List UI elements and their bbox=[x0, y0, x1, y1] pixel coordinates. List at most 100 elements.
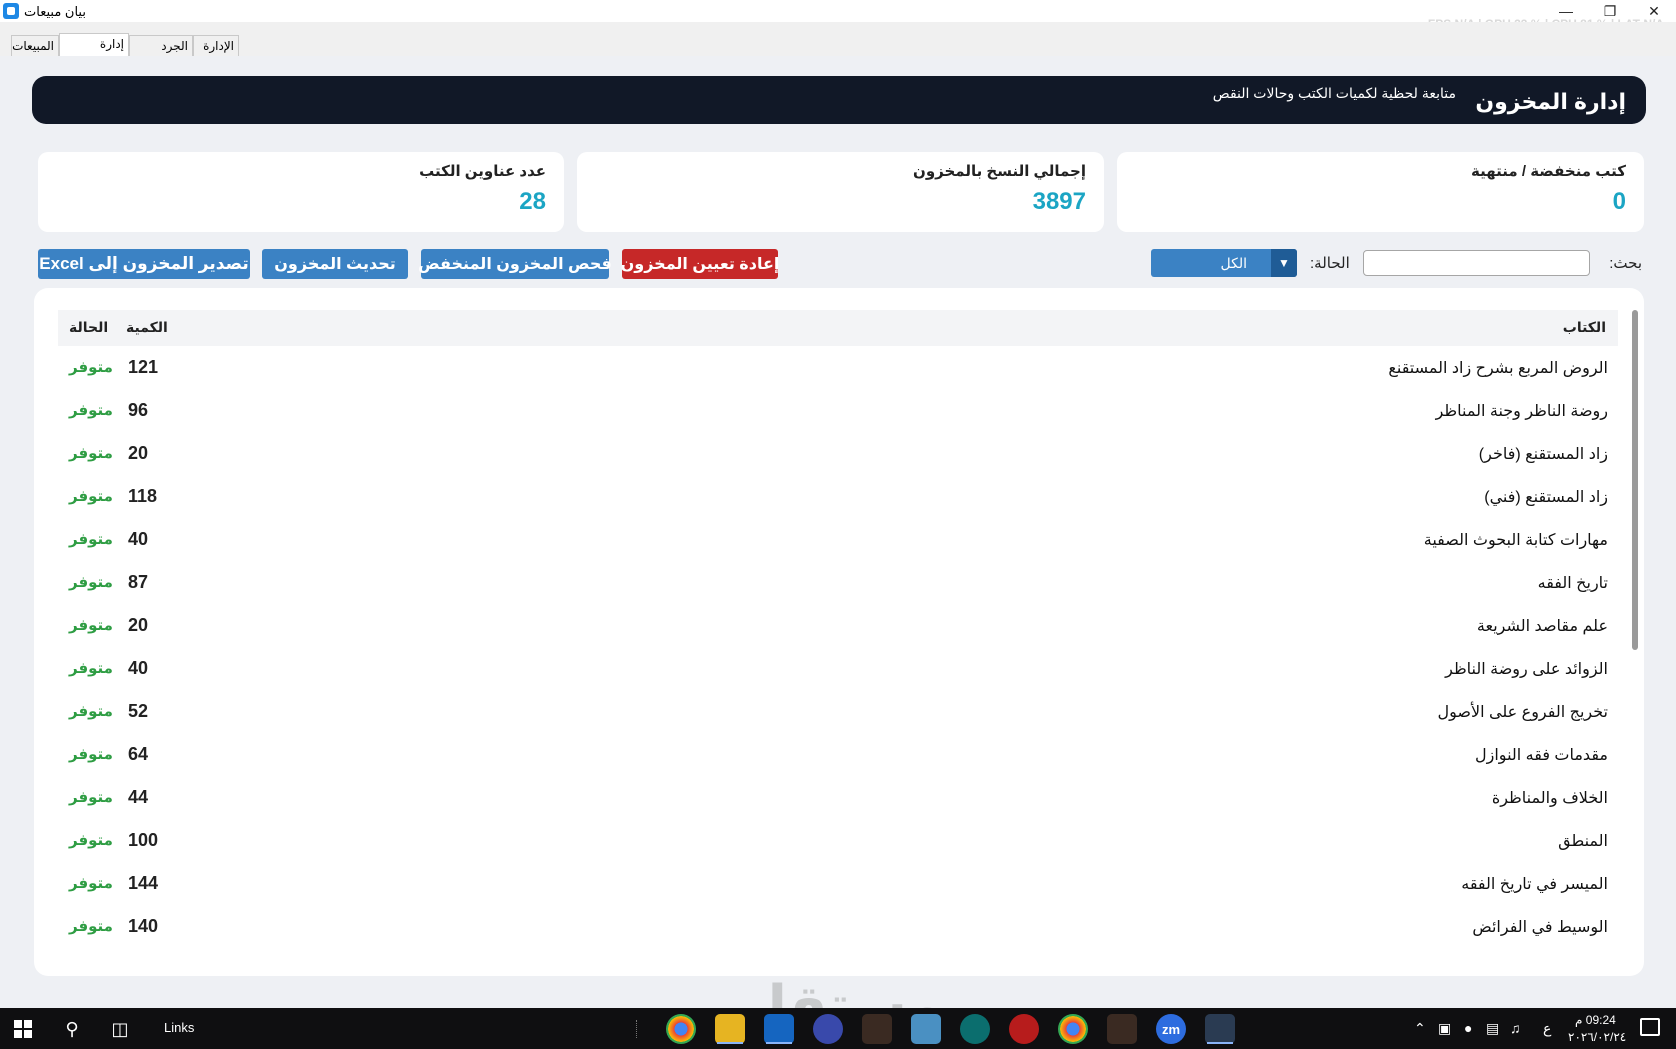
stat-value: 28 bbox=[519, 188, 546, 215]
quantity-cell: 52 bbox=[128, 701, 149, 721]
window-titlebar: بيان مبيعات FPS N/A | GPU 23 % | CPU 81 … bbox=[0, 0, 1676, 31]
tab-sales[interactable]: المبيعات bbox=[11, 35, 59, 57]
table-row[interactable]: علم مقاصد الشريعة 20 متوفر bbox=[58, 604, 1618, 647]
search-label: بحث: bbox=[1609, 255, 1642, 272]
table-row[interactable]: مهارات كتابة البحوث الصفية 40 متوفر bbox=[58, 518, 1618, 561]
app-icon-red[interactable] bbox=[1009, 1014, 1039, 1044]
toolbar: بحث: الحالة: الكل ▼ إعادة تعيين المخزون … bbox=[0, 248, 1676, 280]
tab-admin[interactable]: الإدارة bbox=[193, 35, 239, 57]
inventory-table: الكتاب الكمية الحالة الروض المربع بشرح ز… bbox=[34, 288, 1644, 976]
file-explorer-icon[interactable] bbox=[715, 1014, 745, 1044]
clock-time[interactable]: 09:24 م bbox=[1575, 1013, 1616, 1027]
volume-icon[interactable]: ♫ bbox=[1510, 1020, 1521, 1036]
book-title-cell: زاد المستقنع (فني) bbox=[1484, 489, 1608, 506]
window-title: بيان مبيعات bbox=[24, 4, 86, 19]
status-cell: متوفر bbox=[69, 703, 113, 720]
network-icon[interactable]: ▤ bbox=[1486, 1020, 1499, 1037]
quantity-cell: 20 bbox=[128, 443, 149, 463]
app-icon-circle[interactable] bbox=[960, 1014, 990, 1044]
search-icon[interactable]: ⚲ bbox=[60, 1017, 84, 1041]
column-header-status[interactable]: الحالة bbox=[69, 319, 108, 336]
stat-card-total-copies: إجمالي النسخ بالمخزون 3897 bbox=[577, 152, 1104, 232]
stat-card-low-stock: كتب منخفضة / منتهية 0 bbox=[1117, 152, 1644, 232]
search-input[interactable] bbox=[1363, 250, 1590, 276]
table-row[interactable]: المنطق 100 متوفر bbox=[58, 819, 1618, 862]
links-toolbar[interactable]: Links bbox=[164, 1020, 194, 1035]
status-cell: متوفر bbox=[69, 789, 113, 806]
table-row[interactable]: تخريج الفروع على الأصول 52 متوفر bbox=[58, 690, 1618, 733]
table-row[interactable]: الوسيط في الفرائض 140 متوفر bbox=[58, 905, 1618, 948]
chrome-icon[interactable] bbox=[1058, 1014, 1088, 1044]
notification-icon[interactable] bbox=[1640, 1018, 1660, 1036]
stat-label: كتب منخفضة / منتهية bbox=[1471, 163, 1626, 180]
table-row[interactable]: روضة الناظر وجنة المناظر 96 متوفر bbox=[58, 389, 1618, 432]
book-title-cell: روضة الناظر وجنة المناظر bbox=[1435, 403, 1608, 420]
zoom-icon[interactable]: zm bbox=[1156, 1014, 1186, 1044]
microphone-icon[interactable]: ● bbox=[1464, 1020, 1472, 1036]
python-icon[interactable] bbox=[1205, 1014, 1235, 1044]
tab-inventory[interactable]: إدارة المخزون bbox=[59, 33, 129, 71]
quantity-cell: 87 bbox=[128, 572, 149, 592]
book-title-cell: مقدمات فقه النوازل bbox=[1475, 747, 1608, 764]
vscode-icon[interactable] bbox=[764, 1014, 794, 1044]
quantity-cell: 20 bbox=[128, 615, 149, 635]
table-row[interactable]: الروض المربع بشرح زاد المستقنع 121 متوفر bbox=[58, 346, 1618, 389]
table-row[interactable]: الميسر في تاريخ الفقه 144 متوفر bbox=[58, 862, 1618, 905]
status-cell: متوفر bbox=[69, 875, 113, 892]
table-row[interactable]: الخلاف والمناظرة 44 متوفر bbox=[58, 776, 1618, 819]
close-icon[interactable]: ✕ bbox=[1632, 0, 1676, 22]
table-row[interactable]: زاد المستقنع (فاخر) 20 متوفر bbox=[58, 432, 1618, 475]
status-filter-value: الكل bbox=[1220, 255, 1248, 271]
chevron-down-icon[interactable]: ▼ bbox=[1271, 249, 1297, 277]
input-language[interactable]: ع bbox=[1543, 1020, 1551, 1037]
vertical-scrollbar[interactable] bbox=[1632, 310, 1638, 650]
stat-value: 0 bbox=[1612, 188, 1626, 215]
column-header-quantity[interactable]: الكمية bbox=[126, 319, 168, 336]
quantity-cell: 64 bbox=[128, 744, 149, 764]
quantity-cell: 140 bbox=[128, 916, 159, 936]
book-title-cell: الوسيط في الفرائض bbox=[1472, 919, 1608, 936]
table-row[interactable]: زاد المستقنع (فني) 118 متوفر bbox=[58, 475, 1618, 518]
status-cell: متوفر bbox=[69, 617, 113, 634]
taskbar-separator bbox=[636, 1020, 640, 1038]
status-cell: متوفر bbox=[69, 488, 113, 505]
stat-value: 3897 bbox=[1032, 188, 1086, 215]
app-icon-game[interactable] bbox=[1107, 1014, 1137, 1044]
table-row[interactable]: تاريخ الفقه 87 متوفر bbox=[58, 561, 1618, 604]
status-filter-select[interactable]: الكل ▼ bbox=[1151, 249, 1297, 277]
quantity-cell: 96 bbox=[128, 400, 149, 420]
tab-strip: المبيعات إدارة المخزون الجرد اليومي الإد… bbox=[0, 22, 1676, 73]
app-icon-game[interactable] bbox=[862, 1014, 892, 1044]
refresh-inventory-button[interactable]: تحديث المخزون bbox=[262, 249, 408, 279]
check-low-stock-button[interactable]: فحص المخزون المنخفض bbox=[418, 249, 612, 279]
reset-inventory-button[interactable]: إعادة تعيين المخزون bbox=[621, 249, 779, 279]
chevron-up-icon[interactable]: ⌃ bbox=[1414, 1020, 1426, 1037]
discord-icon[interactable] bbox=[813, 1014, 843, 1044]
chrome-icon[interactable] bbox=[666, 1014, 696, 1044]
notepad-icon[interactable] bbox=[911, 1014, 941, 1044]
status-cell: متوفر bbox=[69, 746, 113, 763]
windows-start-icon[interactable] bbox=[14, 1020, 32, 1038]
tab-daily-stock[interactable]: الجرد اليومي bbox=[129, 35, 193, 73]
column-header-book[interactable]: الكتاب bbox=[1563, 319, 1606, 336]
book-title-cell: الميسر في تاريخ الفقه bbox=[1461, 876, 1608, 893]
status-cell: متوفر bbox=[69, 445, 113, 462]
book-title-cell: تاريخ الفقه bbox=[1537, 575, 1608, 592]
restore-icon[interactable]: ❐ bbox=[1588, 0, 1632, 22]
book-title-cell: المنطق bbox=[1558, 833, 1608, 850]
clock-date[interactable]: ٢٠٢٦/٠٢/٢٤ bbox=[1568, 1030, 1626, 1044]
table-row[interactable]: الزوائد على روضة الناظر 40 متوفر bbox=[58, 647, 1618, 690]
minimize-icon[interactable]: — bbox=[1544, 0, 1588, 22]
taskbar: ⚲ ◫ Links zm ⌃ ▣ ● ▤ ♫ ع 09:24 م ٢٠٢٦/٠٢… bbox=[0, 1008, 1676, 1049]
status-filter-label: الحالة: bbox=[1310, 255, 1350, 272]
page-subtitle: متابعة لحظية لكميات الكتب وحالات النقص bbox=[1212, 85, 1456, 101]
inventory-page: إدارة المخزون متابعة لحظية لكميات الكتب … bbox=[0, 56, 1676, 1049]
export-excel-button[interactable]: تصدير المخزون إلى Excel bbox=[38, 249, 250, 279]
table-row[interactable]: مقدمات فقه النوازل 64 متوفر bbox=[58, 733, 1618, 776]
quantity-cell: 40 bbox=[128, 658, 149, 678]
meet-icon[interactable]: ▣ bbox=[1438, 1020, 1451, 1037]
status-cell: متوفر bbox=[69, 574, 113, 591]
task-view-icon[interactable]: ◫ bbox=[108, 1017, 132, 1041]
book-title-cell: الزوائد على روضة الناظر bbox=[1445, 661, 1608, 678]
quantity-cell: 40 bbox=[128, 529, 149, 549]
